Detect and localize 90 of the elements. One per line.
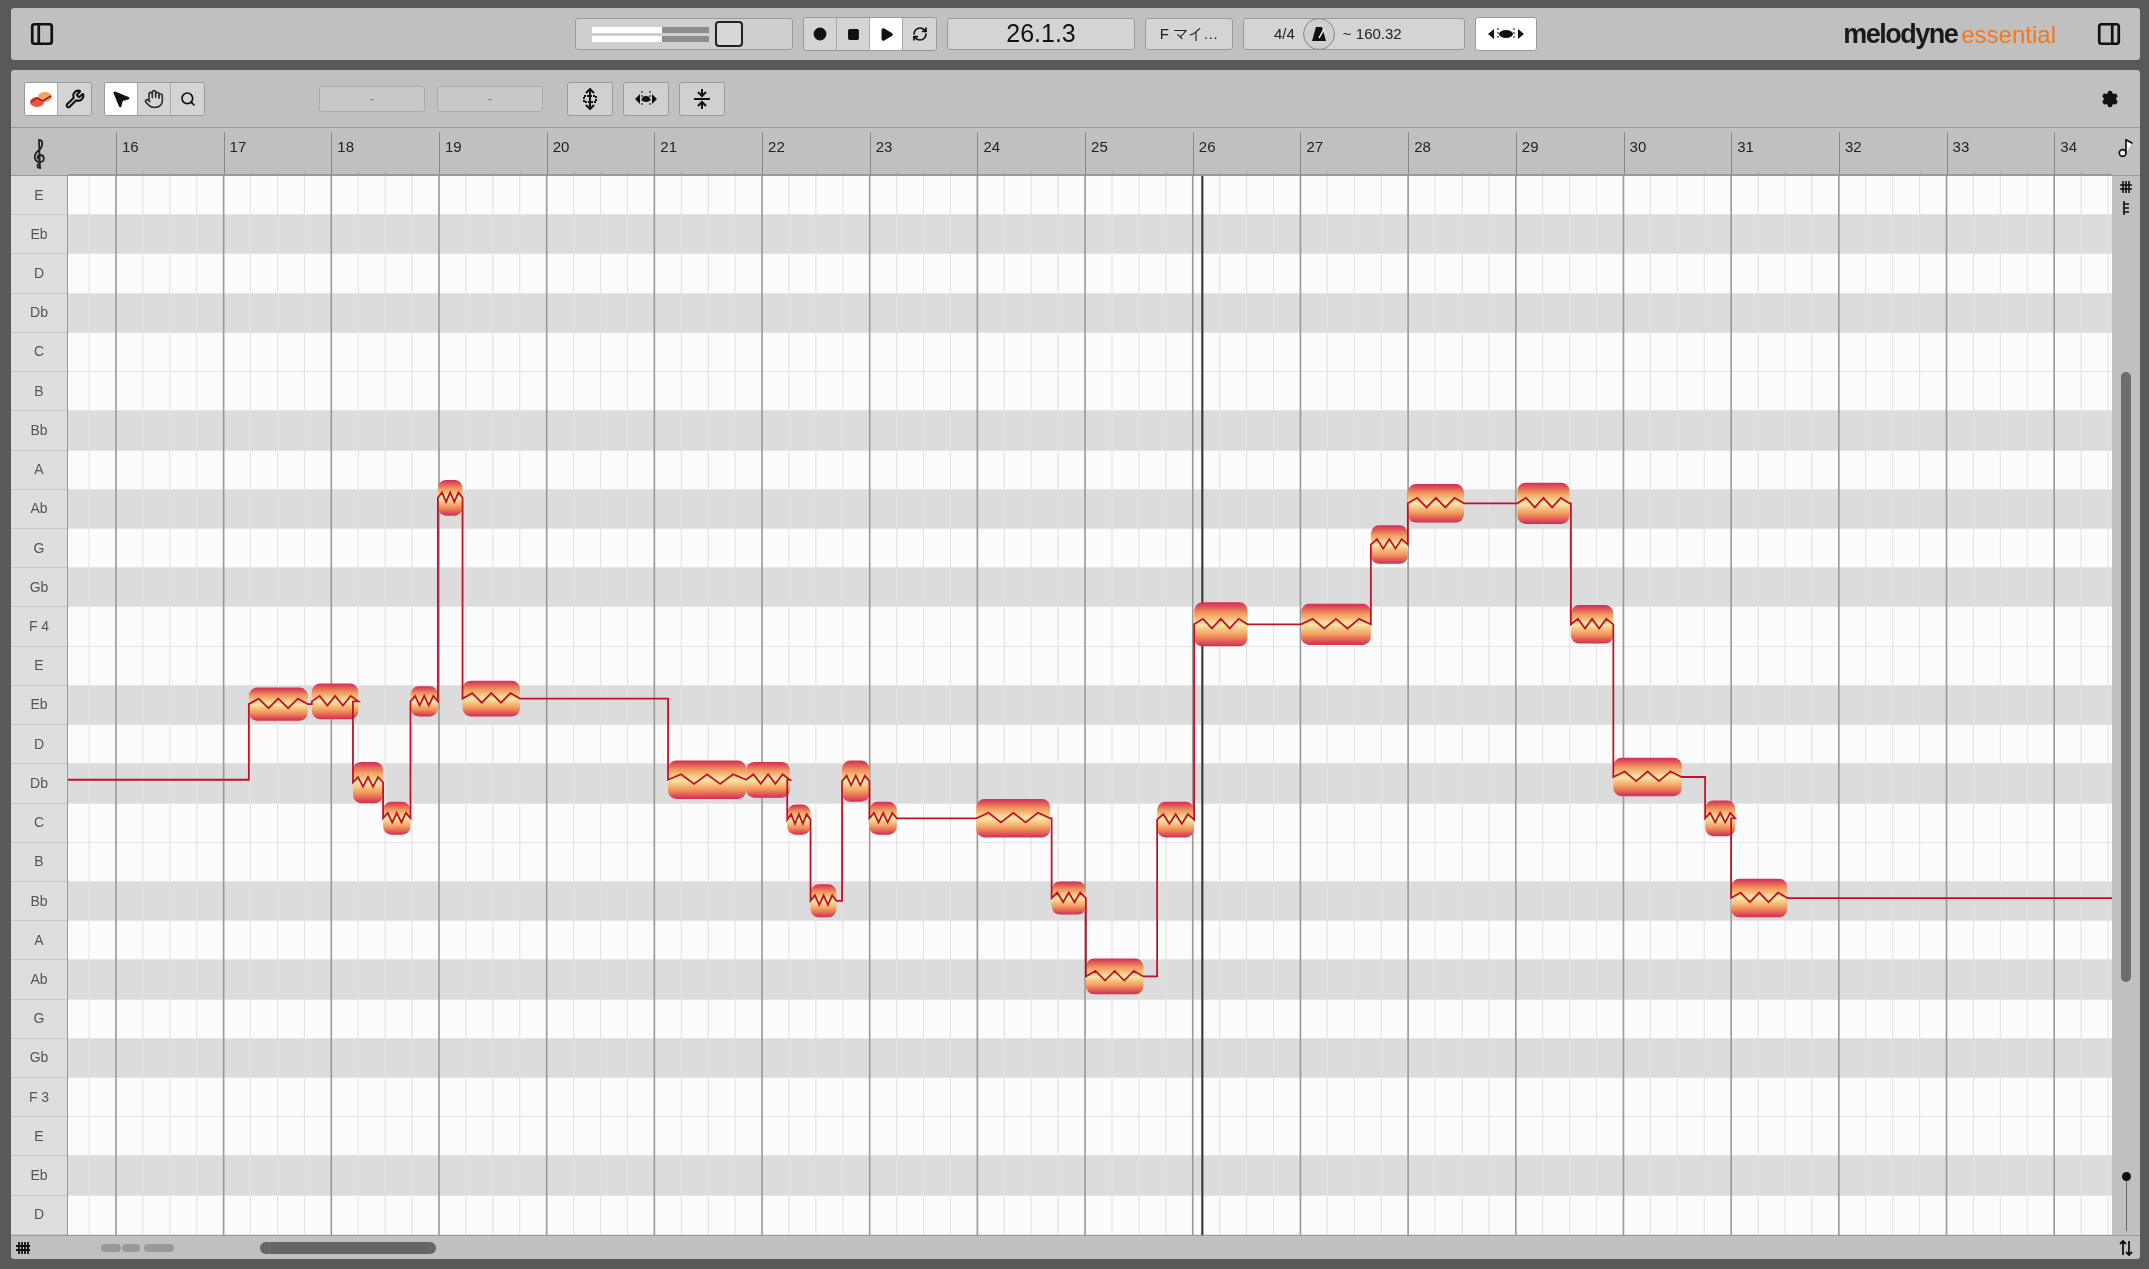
tool-button[interactable] xyxy=(138,82,171,115)
pitch-label: Bb xyxy=(11,411,67,451)
tempo-value: ~ 160.32 xyxy=(1342,23,1402,44)
app-logo: melodyneessential xyxy=(1843,17,2056,51)
pitch-label: C xyxy=(11,803,67,843)
bar-number: 33 xyxy=(1951,137,1971,156)
bar-number: 24 xyxy=(982,137,1002,156)
pitch-label: Gb xyxy=(11,568,67,608)
wrench-icon xyxy=(64,88,85,109)
sharps-icon[interactable] xyxy=(15,1240,31,1255)
pitch-label: E xyxy=(11,176,67,216)
pitch-label: Eb xyxy=(11,685,67,726)
record-icon xyxy=(813,27,827,41)
bar-number: 26 xyxy=(1197,137,1217,156)
pitch-label: C xyxy=(11,332,67,373)
tool-button[interactable] xyxy=(171,82,204,115)
bar-number: 25 xyxy=(1090,137,1109,156)
value-field[interactable]: - xyxy=(319,85,425,112)
pitch-label: F 4 xyxy=(11,607,67,647)
pitch-label: Gb xyxy=(11,1038,67,1079)
pitch-label: D xyxy=(11,254,67,294)
pitch-label: B xyxy=(11,372,67,412)
tool-button[interactable] xyxy=(25,82,58,115)
settings-icon[interactable] xyxy=(2101,89,2119,108)
horizontal-scrollbar-thumb[interactable] xyxy=(260,1241,436,1254)
bar-number: 32 xyxy=(1843,137,1863,156)
pitch-label: Db xyxy=(11,293,67,333)
pitch-label: D xyxy=(11,725,67,765)
bar-number: 23 xyxy=(874,137,894,156)
pitch-label: E xyxy=(11,1117,67,1157)
note-blob[interactable] xyxy=(976,799,1051,838)
pitch-label: G xyxy=(11,999,67,1039)
metronome-icon xyxy=(1310,26,1327,42)
hand-icon xyxy=(144,88,164,109)
transport-button[interactable] xyxy=(903,18,936,50)
pitch-label: B xyxy=(11,842,67,882)
search-icon xyxy=(179,90,196,107)
pitch-label: Bb xyxy=(11,881,67,922)
treble-clef-icon[interactable] xyxy=(31,137,48,170)
pitch-label: Eb xyxy=(11,1156,67,1196)
position-display: 26.1.3 xyxy=(947,18,1135,50)
transport-button[interactable] xyxy=(804,18,837,50)
bar-number: 29 xyxy=(1520,137,1540,156)
time-center-button[interactable] xyxy=(623,81,669,116)
right-panel-toggle-icon[interactable] xyxy=(2096,21,2122,47)
pitch-label: D xyxy=(11,1195,67,1235)
pitch-label: A xyxy=(11,921,67,961)
tool-button[interactable] xyxy=(105,82,138,115)
bar-number: 34 xyxy=(2059,137,2078,156)
bar-number: 18 xyxy=(336,137,355,156)
pitch-label: A xyxy=(11,450,67,490)
sharps-icon[interactable] xyxy=(2119,180,2133,194)
stretch-arrows-icon xyxy=(1486,26,1526,42)
pitch-label: Ab xyxy=(11,489,67,529)
bar-number: 17 xyxy=(228,137,248,156)
vertical-scrollbar-thumb[interactable] xyxy=(2121,372,2131,982)
bar-number: 27 xyxy=(1305,137,1325,156)
play-icon xyxy=(878,26,894,42)
scale-icon[interactable] xyxy=(2121,200,2131,216)
pitch-label: Eb xyxy=(11,215,67,255)
quantize-button[interactable] xyxy=(679,81,725,116)
bar-number: 21 xyxy=(659,137,679,156)
compress-icon xyxy=(692,87,712,110)
pitch-label: G xyxy=(11,528,67,569)
pitch-label: Ab xyxy=(11,960,67,1000)
bar-number: 28 xyxy=(1413,137,1432,156)
bar-number: 16 xyxy=(120,137,140,156)
value-field[interactable]: - xyxy=(437,85,543,112)
pitch-label: E xyxy=(11,646,67,686)
bar-number: 22 xyxy=(767,137,786,156)
transport-button[interactable] xyxy=(870,18,903,50)
zoom-slider-thumb[interactable] xyxy=(2121,1172,2131,1181)
volume-slider-thumb[interactable] xyxy=(715,21,743,47)
bar-number: 20 xyxy=(551,137,571,156)
loop-icon xyxy=(911,26,928,42)
transport-button[interactable] xyxy=(837,18,870,50)
left-panel-toggle-icon[interactable] xyxy=(29,21,55,47)
pitch-label: F 3 xyxy=(11,1078,67,1118)
pitch-label: Db xyxy=(11,764,67,804)
pitch-center-button[interactable] xyxy=(567,81,613,116)
time-stretch-button[interactable] xyxy=(1475,17,1537,51)
bar-number: 19 xyxy=(444,137,463,156)
bar-number: 30 xyxy=(1628,137,1648,156)
tool-button[interactable] xyxy=(58,82,91,115)
bar-number: 31 xyxy=(1736,137,1755,156)
metronome-button[interactable] xyxy=(1302,18,1335,50)
stop-icon xyxy=(846,27,860,41)
center-time-icon xyxy=(634,89,658,108)
time-signature: 4/4 xyxy=(1274,23,1295,44)
key-selector[interactable]: F マイ… xyxy=(1145,18,1233,50)
